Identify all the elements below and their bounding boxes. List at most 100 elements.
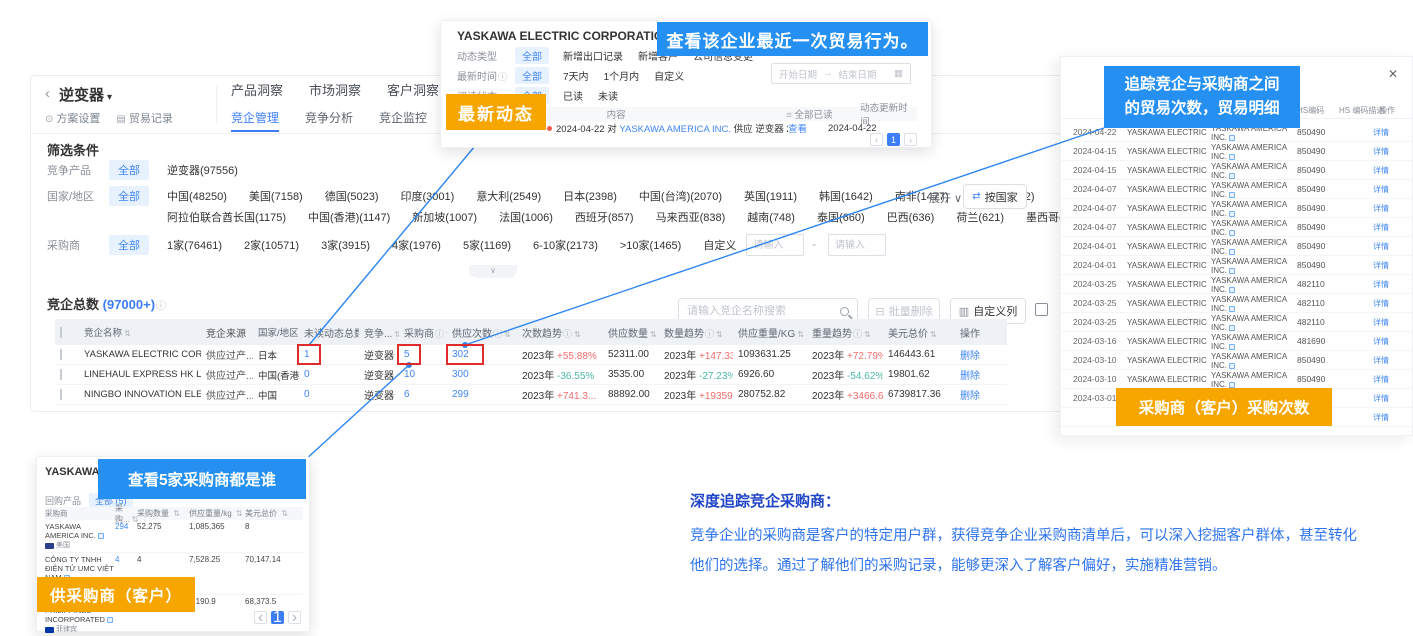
detail-link[interactable]: 详情 <box>1373 313 1407 332</box>
buyer-cell[interactable]: YASKAWA AMERICA INC. 日本 <box>1211 142 1295 161</box>
country-option[interactable]: 荷兰(621) <box>956 209 1004 225</box>
filter-all-tag[interactable]: 全部 <box>109 160 149 180</box>
mark-all-read-link[interactable]: ≡ 全部已读 <box>786 107 846 121</box>
row-checkbox[interactable] <box>60 369 62 380</box>
unread-count[interactable]: 0 <box>299 389 359 400</box>
next-page-button[interactable]: › <box>288 611 301 624</box>
detail-link[interactable]: 详情 <box>1373 218 1407 237</box>
buyers-count[interactable]: 6 <box>399 389 447 400</box>
competitor-cell[interactable]: YASKAWA ELECTRIC CORP... <box>1127 199 1209 218</box>
buyer-cell[interactable]: YASKAWA AMERICA INC. 日本 <box>1211 313 1295 332</box>
buyer-cell[interactable]: YASKAWA AMERICA INC. 日本 <box>1211 256 1295 275</box>
sort-icon[interactable]: ⇅ <box>650 330 657 339</box>
news-type-option[interactable]: 新增出口记录 <box>563 48 623 63</box>
delete-link[interactable]: 删除 <box>955 347 1007 362</box>
country-option[interactable]: 中国(48250) <box>167 188 227 204</box>
sort-icon[interactable]: ⇅ <box>797 330 804 339</box>
competitor-cell[interactable]: YASKAWA ELECTRIC CORP... <box>1127 142 1209 161</box>
country-option[interactable]: 印度(3001) <box>401 188 455 204</box>
buyer-count-option[interactable]: 2家(10571) <box>244 237 299 253</box>
competitor-cell[interactable]: YASKAWA ELECTRIC CORP... <box>1127 180 1209 199</box>
country-option[interactable]: 越南(748) <box>747 209 795 225</box>
col-product[interactable]: 竞争...⇅ <box>359 325 399 340</box>
news-time-option[interactable]: 7天内 <box>563 68 589 83</box>
detail-link[interactable]: 详情 <box>1373 161 1407 180</box>
col-buy-weight[interactable]: 供应重量/kg ⇅ <box>189 508 245 519</box>
competitor-cell[interactable]: YASKAWA ELECTRIC CORP... <box>1127 313 1209 332</box>
detail-link[interactable]: 详情 <box>1373 275 1407 294</box>
competitor-cell[interactable]: YASKAWA ELECTRIC CORP... <box>1127 237 1209 256</box>
buyer-cell[interactable]: YASKAWA AMERICA INC. 日本 <box>1211 370 1295 389</box>
buyer-count-option[interactable]: 5家(1169) <box>463 237 511 253</box>
detail-link[interactable]: 详情 <box>1373 237 1407 256</box>
buyer-company-link[interactable]: YASKAWA AMERICA INC. <box>619 124 731 135</box>
trade-record-button[interactable]: ▤贸易记录 <box>116 110 172 126</box>
buyer-name[interactable]: YASKAWA AMERICA INC. 美国 <box>45 522 115 550</box>
sort-icon[interactable]: ⇅ <box>716 330 723 339</box>
country-option[interactable]: 韩国(1642) <box>819 188 873 204</box>
col-buyers[interactable]: 采购商ⓘ⇅ <box>399 325 447 340</box>
search-icon[interactable] <box>840 307 849 316</box>
sort-icon[interactable]: ⇅ <box>864 330 871 339</box>
detail-link[interactable]: 详情 <box>1373 142 1407 161</box>
custom-range-min-input[interactable] <box>746 234 804 256</box>
fullscreen-icon[interactable] <box>1035 303 1048 316</box>
col-weight-trend[interactable]: 重量趋势ⓘ⇅ <box>807 325 883 340</box>
detail-link[interactable]: 详情 <box>1373 123 1407 142</box>
date-range-picker[interactable]: 开始日期→结束日期 ▦ <box>771 63 911 84</box>
news-read-option[interactable]: 未读 <box>598 88 618 103</box>
detail-link[interactable]: 详情 <box>1373 180 1407 199</box>
buyer-count-option[interactable]: 4家(1976) <box>392 237 441 253</box>
country-option[interactable]: 中国(台湾)(2070) <box>639 188 722 204</box>
expand-toggle[interactable]: 展开 ∨ <box>929 190 962 206</box>
detail-link[interactable]: 详情 <box>1373 294 1407 313</box>
col-supply-count[interactable]: 供应次数ⓘ⇅ <box>447 325 517 340</box>
close-icon[interactable]: ✕ <box>1388 67 1398 81</box>
country-option[interactable]: 法国(1006) <box>499 209 553 225</box>
custom-range-max-input[interactable] <box>828 234 886 256</box>
select-all-checkbox[interactable] <box>60 327 62 338</box>
col-qty-trend[interactable]: 数量趋势ⓘ⇅ <box>659 325 733 340</box>
col-weight[interactable]: 供应重量/KG⇅ <box>733 325 807 340</box>
buyer-cell[interactable]: YASKAWA AMERICA INC. 日本 <box>1211 351 1295 370</box>
delete-link[interactable]: 删除 <box>955 367 1007 382</box>
tab-market-insight[interactable]: 市场洞察 <box>309 80 361 107</box>
page-1-button[interactable]: 1 <box>887 133 900 146</box>
detail-link[interactable]: 详情 <box>1373 332 1407 351</box>
detail-link[interactable]: 详情 <box>1373 199 1407 218</box>
buyer-cell[interactable]: YASKAWA AMERICA INC. 日本 <box>1211 275 1295 294</box>
col-buy-qty[interactable]: 采购数量 ⇅ <box>137 508 189 519</box>
prev-page-button[interactable]: ‹ <box>254 611 267 624</box>
page-1-button[interactable]: 1 <box>271 611 284 624</box>
country-option[interactable]: 日本(2398) <box>563 188 617 204</box>
tab-product-insight[interactable]: 产品洞察 <box>231 80 283 107</box>
competitor-cell[interactable]: YASKAWA ELECTRIC CORP... <box>1127 256 1209 275</box>
prev-page-button[interactable]: ‹ <box>870 133 883 146</box>
detail-link[interactable]: 详情 <box>1373 351 1407 370</box>
detail-link[interactable]: 详情 <box>1373 389 1407 408</box>
country-option[interactable]: 阿拉伯联合酋长国(1175) <box>167 209 286 225</box>
competitor-name[interactable]: LINEHAUL EXPRESS HK LTD <box>79 369 201 380</box>
unread-count[interactable]: 0 <box>299 369 359 380</box>
news-all-tag[interactable]: 全部 <box>515 67 549 84</box>
scheme-setting-button[interactable]: ⊙方案设置 <box>45 110 100 126</box>
buyer-count-option[interactable]: 3家(3915) <box>321 237 370 253</box>
row-checkbox[interactable] <box>60 349 62 360</box>
competitor-name[interactable]: YASKAWA ELECTRIC CORPORATIO <box>79 349 201 360</box>
row-checkbox[interactable] <box>60 389 62 400</box>
buyer-count-option[interactable]: 1家(76461) <box>167 237 222 253</box>
by-country-button[interactable]: ⇄按国家 <box>963 184 1027 209</box>
country-option[interactable]: 中国(香港)(1147) <box>308 209 390 225</box>
buyer-count-option[interactable]: 6-10家(2173) <box>533 237 598 253</box>
country-option[interactable]: 新加坡(1007) <box>412 209 477 225</box>
col-count-trend[interactable]: 次数趋势ⓘ⇅ <box>517 325 603 340</box>
news-all-tag[interactable]: 全部 <box>515 47 549 64</box>
collapse-filters-handle[interactable]: ∨ <box>469 265 517 278</box>
sort-icon[interactable]: ⇅ <box>574 330 581 339</box>
competitor-cell[interactable]: YASKAWA ELECTRIC CORP... <box>1127 294 1209 313</box>
search-input[interactable] <box>687 305 840 317</box>
competitor-cell[interactable]: YASKAWA ELECTRIC CORP... <box>1127 332 1209 351</box>
detail-link[interactable]: 详情 <box>1373 256 1407 275</box>
filter-all-tag[interactable]: 全部 <box>109 186 149 206</box>
col-supply-qty[interactable]: 供应数量⇅ <box>603 325 659 340</box>
